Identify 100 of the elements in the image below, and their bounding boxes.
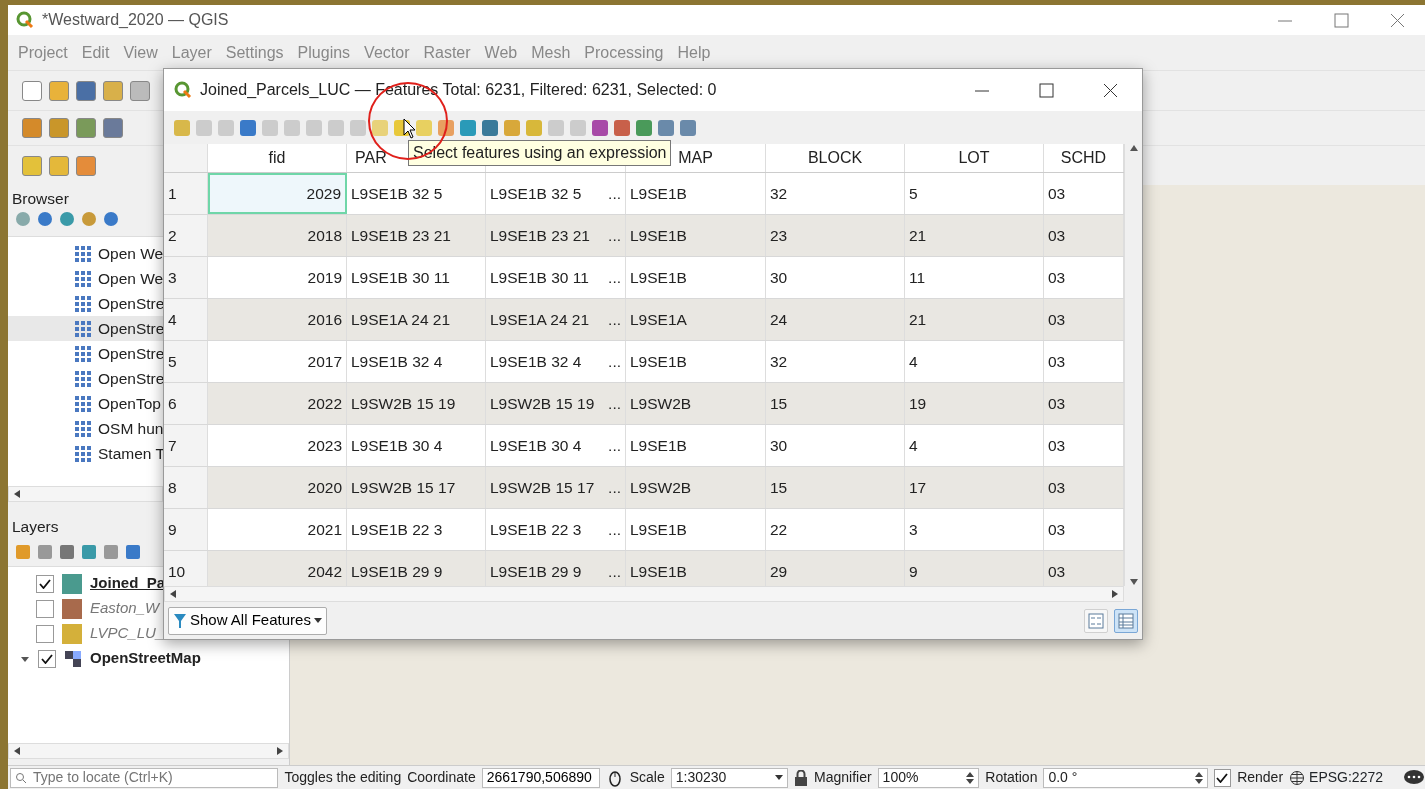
browser-item[interactable]: OpenStre — [98, 341, 165, 366]
checkmark-icon — [1216, 772, 1229, 783]
column-header[interactable]: BLOCK — [766, 144, 905, 172]
table-cell: 3 — [905, 509, 1044, 550]
browser-item[interactable]: OpenStre — [98, 366, 165, 391]
pointer-icon — [403, 118, 417, 140]
overflow-ellipsis: ... — [608, 477, 621, 498]
layer-checkbox[interactable] — [36, 574, 54, 593]
table-cell: 30 — [766, 257, 905, 298]
scrollbar[interactable] — [8, 743, 289, 759]
filter-button[interactable]: Show All Features — [168, 606, 327, 635]
tile-grid-icon — [74, 419, 92, 438]
table-cell: L9SE1B 32 5 — [347, 173, 486, 214]
table-cell: 2020 — [208, 467, 347, 508]
table-cell: 2019 — [208, 257, 347, 298]
magnifier-spinbox[interactable]: 100% — [877, 767, 980, 788]
table-cell: 2022 — [208, 383, 347, 424]
table-cell: 15 — [766, 383, 905, 424]
lock-icon[interactable] — [794, 769, 808, 786]
table-cell: L9SE1B — [626, 509, 766, 550]
render-checkbox[interactable] — [1213, 768, 1232, 787]
row-number[interactable]: 8 — [164, 467, 208, 508]
browser-item[interactable]: OpenTop — [98, 391, 161, 416]
qgis-logo-icon — [16, 11, 34, 29]
layer-name[interactable]: LVPC_LU_ — [90, 622, 165, 645]
overflow-ellipsis: ... — [608, 225, 621, 246]
row-number[interactable]: 3 — [164, 257, 208, 298]
checkmark-icon — [39, 578, 51, 589]
table-cell-text: L9SE1B 23 21 — [490, 225, 590, 246]
layer-checkbox[interactable] — [38, 649, 56, 668]
spin-arrows-icon — [966, 771, 975, 784]
table-cell: L9SW2B 15 17 — [347, 467, 486, 508]
minimize-icon — [975, 89, 989, 92]
checkmark-icon — [41, 653, 53, 664]
table-cell: L9SE1B — [626, 341, 766, 382]
table-cell-text: L9SE1B 30 11 — [490, 267, 589, 288]
layer-name[interactable]: OpenStreetMap — [90, 647, 201, 670]
table-cell: 5 — [905, 173, 1044, 214]
row-number[interactable]: 10 — [164, 551, 208, 586]
table-cell: L9SE1A — [626, 299, 766, 340]
scrollbar[interactable] — [164, 586, 1124, 602]
table-cell: L9SE1B 30 4 — [347, 425, 486, 466]
row-number[interactable]: 2 — [164, 215, 208, 256]
table-view-button[interactable] — [1114, 608, 1138, 633]
corner-header[interactable] — [164, 144, 208, 172]
table-cell: 22 — [766, 509, 905, 550]
column-header[interactable]: fid — [208, 144, 347, 172]
overflow-ellipsis: ... — [608, 519, 621, 540]
coordinate-field[interactable]: 2661790,506890 — [481, 767, 600, 788]
tile-grid-icon — [74, 244, 92, 263]
row-number[interactable]: 4 — [164, 299, 208, 340]
browser-item[interactable]: OpenStre — [98, 291, 165, 316]
layer-name[interactable]: Joined_Pa — [90, 572, 166, 595]
table-cell: 11 — [905, 257, 1044, 298]
layer-name[interactable]: Easton_W — [90, 597, 160, 620]
table-cell: L9SW2B — [626, 467, 766, 508]
column-header[interactable]: LOT — [905, 144, 1044, 172]
form-view-button[interactable] — [1084, 608, 1108, 633]
scroll-left-icon — [169, 589, 177, 599]
scroll-left-icon — [13, 489, 21, 499]
table-cell: 15 — [766, 467, 905, 508]
panel-title: Browser — [11, 188, 70, 209]
field-label: Scale — [629, 768, 665, 787]
table-cell-text: L9SW2B 15 19 — [490, 393, 595, 414]
table-cell: 2017 — [208, 341, 347, 382]
locator-field[interactable]: Type to locate (Ctrl+K) — [10, 767, 279, 788]
table-cell: L9SE1B 23 21 — [347, 215, 486, 256]
window-title: *Westward_2020 — QGIS — [42, 10, 229, 30]
row-number[interactable]: 9 — [164, 509, 208, 550]
browser-item[interactable]: Open We — [98, 241, 164, 266]
overflow-ellipsis: ... — [608, 309, 621, 330]
message-icon[interactable] — [1403, 768, 1425, 787]
overflow-ellipsis: ... — [608, 267, 621, 288]
field-label: Render — [1237, 768, 1284, 787]
tile-grid-icon — [74, 394, 92, 413]
table-cell: L9SW2B — [626, 383, 766, 424]
row-number[interactable]: 6 — [164, 383, 208, 424]
scrollbar[interactable] — [8, 486, 163, 502]
qgis-logo-icon — [174, 81, 192, 99]
row-number[interactable]: 7 — [164, 425, 208, 466]
table-cell: 21 — [905, 215, 1044, 256]
field-label: Magnifier — [814, 768, 872, 787]
layer-checkbox[interactable] — [36, 599, 54, 618]
row-number[interactable]: 1 — [164, 173, 208, 214]
table-cell: 30 — [766, 425, 905, 466]
scale-dropdown[interactable]: 1:30230 — [670, 767, 788, 788]
row-number[interactable]: 5 — [164, 341, 208, 382]
table-cell-text: L9SW2B 15 17 — [490, 477, 595, 498]
rotation-spinbox[interactable]: 0.0 ° — [1043, 767, 1208, 788]
field-label: Rotation — [985, 768, 1038, 787]
scroll-left-icon — [13, 746, 21, 756]
table-cell: 32 — [766, 341, 905, 382]
table-cell: 23 — [766, 215, 905, 256]
layer-checkbox[interactable] — [36, 624, 54, 643]
browser-item[interactable]: Open We — [98, 266, 164, 291]
crs-button[interactable]: EPSG:2272 — [1289, 767, 1383, 788]
overflow-ellipsis: ... — [608, 561, 621, 582]
table-cell-text: L9SE1A 24 21 — [490, 309, 590, 330]
tile-grid-icon — [74, 344, 92, 363]
browser-item[interactable]: OSM hun — [98, 416, 164, 441]
